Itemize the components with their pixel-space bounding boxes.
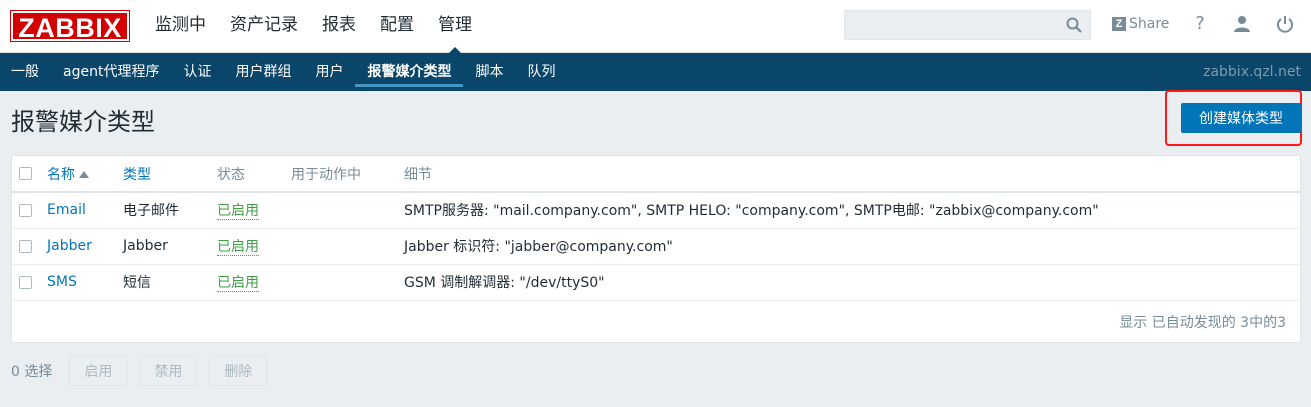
column-header-type[interactable]: 类型: [123, 167, 151, 183]
used-in-actions-cell: [291, 192, 404, 229]
media-type-name-link[interactable]: Jabber: [47, 238, 92, 254]
media-type-type: 短信: [123, 264, 217, 301]
zabbix-logo[interactable]: ZABBIX: [10, 10, 130, 43]
table-row: SMS 短信 已启用 GSM 调制解调器: "/dev/ttyS0": [12, 264, 1300, 301]
used-in-actions-cell: [291, 264, 404, 301]
search-icon[interactable]: [1066, 17, 1082, 33]
subnav-item-user-groups[interactable]: 用户群组: [223, 53, 303, 91]
help-icon[interactable]: ?: [1193, 14, 1207, 34]
media-type-name-link[interactable]: Email: [47, 202, 86, 218]
details-cell: GSM 调制解调器: "/dev/ttyS0": [404, 264, 1300, 301]
status-toggle-link[interactable]: 已启用: [217, 203, 259, 221]
media-type-type: Jabber: [123, 228, 217, 265]
subnav-item-scripts[interactable]: 脚本: [463, 53, 515, 91]
used-in-actions-cell: [291, 228, 404, 265]
delete-button[interactable]: 删除: [209, 356, 268, 386]
share-label: Share: [1129, 16, 1170, 32]
search-box: [844, 10, 1091, 40]
subnav-item-general[interactable]: 一般: [0, 53, 51, 91]
subnav-item-proxies[interactable]: agent代理程序: [51, 53, 171, 91]
server-host-label: zabbix.qzl.net: [1203, 64, 1301, 80]
subnav-item-users[interactable]: 用户: [303, 53, 355, 91]
enable-button[interactable]: 启用: [69, 356, 128, 386]
subnav-item-media-types[interactable]: 报警媒介类型: [355, 53, 464, 91]
column-header-status: 状态: [217, 156, 291, 193]
subnav-item-queue[interactable]: 队列: [515, 53, 567, 91]
media-types-table: 名称 类型 状态 用于动作中 细节 Email 电子邮件 已启用 SMTP服务器…: [12, 156, 1300, 301]
share-z-icon: Z: [1112, 17, 1126, 31]
status-toggle-link[interactable]: 已启用: [217, 239, 259, 256]
column-header-name[interactable]: 名称: [47, 167, 89, 183]
power-icon[interactable]: [1276, 15, 1294, 33]
status-toggle-link[interactable]: 已启用: [217, 275, 259, 292]
row-checkbox[interactable]: [19, 275, 32, 289]
media-type-name-link[interactable]: SMS: [47, 274, 77, 290]
share-link[interactable]: Z Share: [1112, 16, 1169, 32]
main-nav: 监测中 资产记录 报表 配置 管理: [143, 0, 484, 53]
disable-button[interactable]: 禁用: [139, 356, 198, 386]
select-all-checkbox[interactable]: [19, 167, 32, 180]
nav-item-monitoring[interactable]: 监测中: [143, 0, 218, 53]
column-header-used-in-actions: 用于动作中: [291, 156, 404, 193]
row-checkbox[interactable]: [19, 239, 32, 253]
subnav-item-authentication[interactable]: 认证: [171, 53, 223, 91]
table-row: Email 电子邮件 已启用 SMTP服务器: "mail.company.co…: [12, 192, 1300, 229]
row-checkbox[interactable]: [19, 203, 32, 217]
page-title: 报警媒介类型: [11, 108, 155, 136]
top-header: ZABBIX 监测中 资产记录 报表 配置 管理 Z Share ?: [0, 0, 1311, 53]
nav-item-administration[interactable]: 管理: [426, 0, 484, 53]
nav-item-reports[interactable]: 报表: [310, 0, 368, 53]
sort-asc-icon: [79, 170, 89, 178]
column-header-details: 细节: [404, 156, 1300, 193]
user-icon[interactable]: [1233, 15, 1251, 33]
nav-item-configuration[interactable]: 配置: [368, 0, 426, 53]
create-media-type-button[interactable]: 创建媒体类型: [1181, 103, 1301, 133]
media-type-type: 电子邮件: [123, 192, 217, 229]
mass-actions-bar: 0 选择 启用 禁用 删除: [11, 356, 279, 386]
sub-nav: 一般 agent代理程序 认证 用户群组 用户 报警媒介类型 脚本 队列 zab…: [0, 53, 1311, 91]
search-input[interactable]: [845, 11, 1060, 39]
nav-item-inventory[interactable]: 资产记录: [218, 0, 310, 53]
selected-count: 0 选择: [11, 364, 53, 380]
table-footer-count: 显示 已自动发现的 3中的3: [1119, 315, 1286, 331]
table-row: Jabber Jabber 已启用 Jabber 标识符: "jabber@co…: [12, 228, 1300, 265]
table-header-row: 名称 类型 状态 用于动作中 细节: [12, 156, 1300, 193]
details-cell: SMTP服务器: "mail.company.com", SMTP HELO: …: [404, 192, 1300, 229]
media-types-table-panel: 名称 类型 状态 用于动作中 细节 Email 电子邮件 已启用 SMTP服务器…: [11, 155, 1301, 343]
details-cell: Jabber 标识符: "jabber@company.com": [404, 228, 1300, 265]
